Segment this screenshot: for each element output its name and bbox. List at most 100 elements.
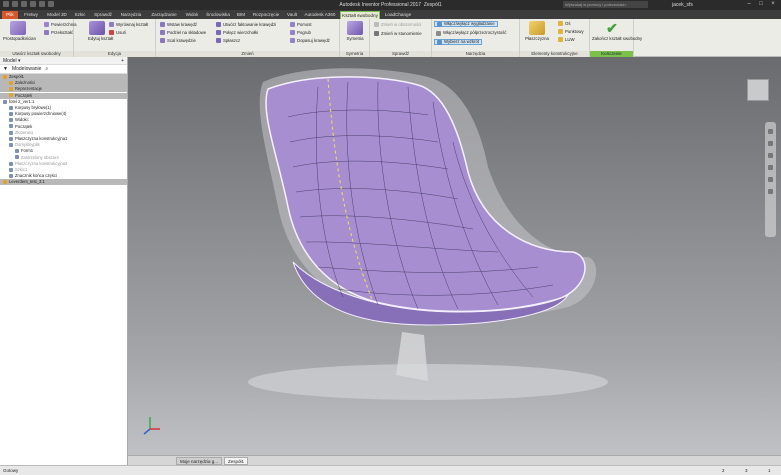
tree-node-icon	[3, 99, 7, 104]
tab-srodowiska[interactable]: Środowiska	[203, 11, 233, 19]
align-form-button[interactable]: Wyrównaj kształt	[109, 22, 148, 27]
tree-node[interactable]: Reprezentacje	[0, 86, 127, 93]
match-edge-button[interactable]: Dopasuj krawędź	[290, 38, 330, 43]
tree-node[interactable]: fotel 2_ver1:1	[0, 99, 127, 105]
graphics-window[interactable]	[128, 57, 781, 455]
tree-node-icon	[15, 155, 19, 160]
thicken-button[interactable]: Pogrub	[290, 30, 311, 35]
weld-vertices-button[interactable]: Połącz wierzchołki	[216, 30, 258, 35]
tab-narzedzia[interactable]: Narzędzia	[117, 11, 145, 19]
steering-wheel-icon[interactable]	[768, 129, 773, 134]
convert-icon	[44, 30, 49, 35]
chair-model[interactable]	[128, 57, 781, 455]
tab-widok[interactable]: Widok	[183, 11, 201, 19]
tree-node[interactable]: Widoki:	[0, 117, 127, 123]
toggle-transparency-button[interactable]: Włącz/wyłącz półprzezroczystość	[434, 30, 509, 36]
tree-node[interactable]: Korpusy bryłowe(1)	[0, 105, 127, 111]
tab-szkic[interactable]: Szkic	[72, 11, 88, 19]
maximize-icon[interactable]: □	[757, 1, 765, 8]
convert-button[interactable]: Przekształć	[44, 30, 73, 35]
zebra-button[interactable]: Zmień w stunomienie	[374, 31, 422, 36]
filter-icon[interactable]: ▼	[3, 65, 8, 73]
browser-mode-select[interactable]: Modelowanie	[12, 65, 41, 73]
tab-loadchange[interactable]: LoadChange	[383, 11, 413, 19]
user-account[interactable]: jacek_sfs	[672, 2, 693, 8]
chair-base	[396, 332, 428, 381]
tree-node[interactable]: Leverdent_test_3:1	[0, 179, 127, 186]
axis-icon	[558, 21, 563, 26]
axis-button[interactable]: Oś	[558, 21, 571, 26]
symmetry-icon	[347, 21, 363, 35]
tree-node-label: Złożenie1	[15, 129, 34, 135]
plane-button[interactable]: Płaszczyzna	[523, 21, 551, 41]
display-icon[interactable]	[768, 189, 773, 194]
zoom-icon[interactable]	[768, 153, 773, 158]
tab-fretwy[interactable]: Fretwy	[21, 11, 41, 19]
point-button[interactable]: Punktowy	[558, 29, 584, 34]
tab-freeform[interactable]: Kształt swobodny	[340, 11, 380, 19]
tab-rozpoczecie[interactable]: Rozpoczęcie	[250, 11, 282, 19]
tree-node[interactable]: Płaszczyzna konstrukcyjna1	[0, 136, 127, 142]
tree-node[interactable]: Płaszczyzna konstrukcyjna2	[0, 161, 127, 167]
tree-node[interactable]: Zależności	[0, 80, 127, 87]
tab-sprawdz[interactable]: Sprawdź	[91, 11, 115, 19]
panel-create: Prostopadłościan Powierzchnia Przekształ…	[0, 19, 77, 57]
tree-node[interactable]: Zastrzelony obszar4	[0, 155, 127, 161]
delete-button[interactable]: Usuń	[109, 30, 126, 35]
help-search-input[interactable]: Wyszukaj w pomocy i poleceniach	[563, 1, 648, 8]
tab-bim[interactable]: BIM	[235, 11, 247, 19]
tab-zarzadzanie[interactable]: Zarządzanie	[147, 11, 181, 19]
tree-node[interactable]: Szkic1	[0, 167, 127, 173]
tree-node[interactable]: Korpusy powierzchniowe(4)	[0, 111, 127, 117]
viewcube[interactable]	[747, 79, 769, 101]
tree-node-icon	[3, 74, 7, 79]
coordinate-triad	[143, 417, 160, 435]
tree-node[interactable]: Zespół1	[0, 74, 127, 80]
bridge-button[interactable]: Pomost	[290, 22, 312, 27]
subdivide-button[interactable]: Podziel na składowe	[160, 30, 206, 35]
look-at-icon[interactable]	[768, 177, 773, 182]
tree-node-icon	[9, 161, 13, 166]
minimize-icon[interactable]: –	[745, 1, 753, 8]
tree-node-label: Form1	[21, 148, 34, 154]
status-count-3: 1	[768, 468, 771, 473]
merge-edges-icon	[160, 38, 165, 43]
flatten-button[interactable]: Spłaszcz	[216, 38, 240, 43]
insert-edge-button[interactable]: Wstaw krawędź	[160, 22, 197, 27]
tab-file[interactable]: Plik	[2, 11, 18, 19]
status-text: Gotowy	[3, 468, 19, 473]
doc-tab-my-tools[interactable]: Moje narzędzia g...	[176, 457, 223, 465]
crease-edges-button[interactable]: Utwórz faktowanie krawędzi	[216, 22, 276, 27]
orbit-icon[interactable]	[768, 165, 773, 170]
tree-node-label: Domyślnyplik	[15, 142, 40, 148]
box-button[interactable]: Prostopadłościan	[3, 21, 36, 41]
finish-freeform-button[interactable]: ✔ Zakończ kształt swobodny	[592, 21, 642, 41]
symmetry-button[interactable]: Symetria	[343, 21, 367, 41]
inspect-button[interactable]: Zmień w obszerności	[374, 22, 421, 27]
tab-vault[interactable]: Vault	[284, 11, 300, 19]
tree-node-label: Płaszczyzna konstrukcyjna1	[15, 136, 68, 141]
tab-a360[interactable]: Autodesk A360	[302, 11, 338, 19]
edit-form-icon	[89, 21, 105, 35]
tree-node-label: Początek	[15, 92, 33, 98]
tab-model-3d[interactable]: Model 3D	[44, 11, 70, 19]
tree-node[interactable]: Form1	[0, 148, 127, 154]
close-icon[interactable]: ×	[769, 1, 777, 8]
merge-edges-button[interactable]: Scal krawędzie	[160, 38, 196, 43]
tree-node-icon	[9, 130, 13, 135]
toggle-smooth-button[interactable]: Włącz/wyłącz wygładzanie	[434, 21, 498, 27]
edit-form-button[interactable]: Edytuj kształt	[88, 21, 113, 41]
ucs-button[interactable]: LUW	[558, 37, 575, 42]
doc-tab-assembly[interactable]: Zespół1	[224, 457, 249, 465]
tree-node[interactable]: Złożenie1	[0, 130, 127, 136]
tree-node[interactable]: Znacznik końca części	[0, 173, 127, 179]
browser-close-icon[interactable]: +	[121, 57, 124, 65]
tree-node[interactable]: Początek	[0, 92, 127, 99]
tree-node[interactable]: Domyślnyplik	[0, 142, 127, 148]
search-icon[interactable]: ⌕	[45, 65, 48, 73]
tree-node[interactable]: Początek	[0, 124, 127, 130]
select-shortcut-button[interactable]: Wybierz na wzkrót	[434, 39, 483, 45]
floor-shadow	[248, 364, 608, 400]
pan-icon[interactable]	[768, 141, 773, 146]
surface-button[interactable]: Powierzchnia	[44, 22, 77, 27]
